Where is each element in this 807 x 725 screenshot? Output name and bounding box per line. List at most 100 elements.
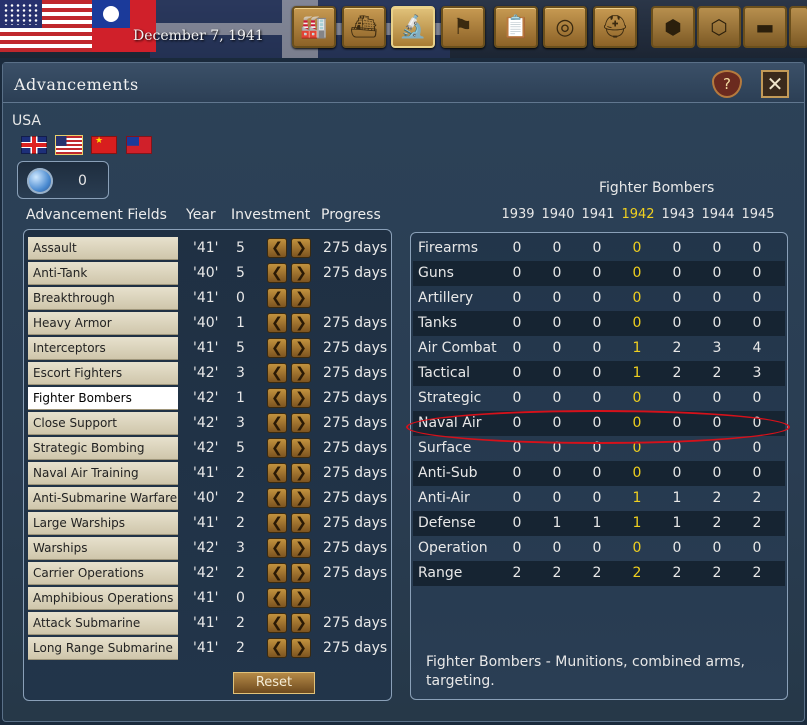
help-button[interactable]: ? [712, 70, 742, 98]
decrease-investment-button[interactable]: ❮ [267, 638, 287, 658]
field-name[interactable]: Anti-Tank [28, 262, 178, 285]
decrease-investment-button[interactable]: ❮ [267, 513, 287, 533]
tech-value: 1 [632, 490, 642, 506]
field-row[interactable]: Naval Air Training '41' 2 ❮ ❯ 275 days [26, 461, 391, 486]
decrease-investment-button[interactable]: ❮ [267, 263, 287, 283]
decrease-investment-button[interactable]: ❮ [267, 463, 287, 483]
field-name[interactable]: Strategic Bombing [28, 437, 178, 460]
field-row[interactable]: Close Support '42' 3 ❮ ❯ 275 days [26, 411, 391, 436]
decrease-investment-button[interactable]: ❮ [267, 538, 287, 558]
reports-button[interactable]: 📋 [494, 6, 538, 48]
increase-investment-button[interactable]: ❯ [291, 613, 311, 633]
field-row[interactable]: Anti-Tank '40' 5 ❮ ❯ 275 days [26, 261, 391, 286]
field-row[interactable]: Attack Submarine '41' 2 ❮ ❯ 275 days [26, 611, 391, 636]
decrease-investment-button[interactable]: ❮ [267, 288, 287, 308]
field-investment: 2 [236, 640, 245, 656]
decrease-investment-button[interactable]: ❮ [267, 563, 287, 583]
increase-investment-button[interactable]: ❯ [291, 538, 311, 558]
advancements-window: Advancements ? ✕ USA 0 Advancement Field… [2, 62, 805, 722]
uk-flag-icon[interactable] [21, 136, 47, 154]
tech-value: 0 [752, 240, 762, 256]
field-row[interactable]: Amphibious Operations '41' 0 ❮ ❯ [26, 586, 391, 611]
us-flag-icon[interactable] [55, 135, 83, 155]
year-header: 1939 [501, 207, 535, 222]
tech-value: 0 [552, 365, 562, 381]
field-name[interactable]: Anti-Submarine Warfare [28, 487, 178, 510]
increase-investment-button[interactable]: ❯ [291, 388, 311, 408]
field-row[interactable]: Anti-Submarine Warfare '40' 2 ❮ ❯ 275 days [26, 486, 391, 511]
decrease-investment-button[interactable]: ❮ [267, 388, 287, 408]
increase-investment-button[interactable]: ❯ [291, 438, 311, 458]
window-titlebar: Advancements ? ✕ [3, 63, 804, 103]
decrease-investment-button[interactable]: ❮ [267, 488, 287, 508]
field-name[interactable]: Long Range Submarine [28, 637, 178, 660]
decrease-investment-button[interactable]: ❮ [267, 413, 287, 433]
field-name[interactable]: Escort Fighters [28, 362, 178, 385]
field-name[interactable]: Heavy Armor [28, 312, 178, 335]
field-row[interactable]: Interceptors '41' 5 ❮ ❯ 275 days [26, 336, 391, 361]
prc-flag-icon[interactable] [91, 136, 117, 154]
decrease-investment-button[interactable]: ❮ [267, 363, 287, 383]
field-name[interactable]: Assault [28, 237, 178, 260]
increase-investment-button[interactable]: ❯ [291, 588, 311, 608]
field-name[interactable]: Carrier Operations [28, 562, 178, 585]
field-name[interactable]: Amphibious Operations [28, 587, 178, 610]
field-row[interactable]: Long Range Submarine '41' 2 ❮ ❯ 275 days [26, 636, 391, 661]
field-row[interactable]: Carrier Operations '42' 2 ❮ ❯ 275 days [26, 561, 391, 586]
field-name[interactable]: Warships [28, 537, 178, 560]
field-row[interactable]: Breakthrough '41' 0 ❮ ❯ [26, 286, 391, 311]
field-investment: 2 [236, 490, 245, 506]
tech-value: 3 [712, 340, 722, 356]
tech-value: 0 [712, 465, 722, 481]
field-row[interactable]: Fighter Bombers '42' 1 ❮ ❯ 275 days [26, 386, 391, 411]
tech-row-name: Surface [418, 440, 472, 456]
increase-investment-button[interactable]: ❯ [291, 513, 311, 533]
field-name[interactable]: Fighter Bombers [28, 387, 178, 410]
field-row[interactable]: Assault '41' 5 ❮ ❯ 275 days [26, 236, 391, 261]
field-row[interactable]: Warships '42' 3 ❮ ❯ 275 days [26, 536, 391, 561]
close-button[interactable]: ✕ [761, 70, 789, 98]
increase-investment-button[interactable]: ❯ [291, 463, 311, 483]
field-name[interactable]: Naval Air Training [28, 462, 178, 485]
hex-cluster-button[interactable]: ⬡ [697, 6, 741, 48]
increase-investment-button[interactable]: ❯ [291, 563, 311, 583]
roc-flag-icon[interactable] [126, 136, 152, 154]
increase-investment-button[interactable]: ❯ [291, 413, 311, 433]
more-button[interactable] [789, 6, 807, 48]
field-year: '41' [193, 515, 219, 531]
field-name[interactable]: Large Warships [28, 512, 178, 535]
increase-investment-button[interactable]: ❯ [291, 488, 311, 508]
decrease-investment-button[interactable]: ❮ [267, 613, 287, 633]
research-button[interactable]: 🔬 [391, 6, 435, 48]
field-row[interactable]: Strategic Bombing '42' 5 ❮ ❯ 275 days [26, 436, 391, 461]
tech-row: Range 2 2 2 2 2 2 2 [413, 561, 785, 586]
production-button[interactable]: 🏭 [292, 6, 336, 48]
field-name[interactable]: Attack Submarine [28, 612, 178, 635]
increase-investment-button[interactable]: ❯ [291, 313, 311, 333]
increase-investment-button[interactable]: ❯ [291, 363, 311, 383]
hex-map-button[interactable]: ⬢ [651, 6, 695, 48]
naval-button[interactable]: ⛴ [342, 6, 386, 48]
army-button[interactable]: ⛑ [593, 6, 637, 48]
field-name[interactable]: Interceptors [28, 337, 178, 360]
field-row[interactable]: Large Warships '41' 2 ❮ ❯ 275 days [26, 511, 391, 536]
decrease-investment-button[interactable]: ❮ [267, 238, 287, 258]
increase-investment-button[interactable]: ❯ [291, 338, 311, 358]
increase-investment-button[interactable]: ❯ [291, 263, 311, 283]
field-row[interactable]: Escort Fighters '42' 3 ❮ ❯ 275 days [26, 361, 391, 386]
decrease-investment-button[interactable]: ❮ [267, 588, 287, 608]
diplomacy-button[interactable]: ⚑ [441, 6, 485, 48]
field-name[interactable]: Close Support [28, 412, 178, 435]
field-name[interactable]: Breakthrough [28, 287, 178, 310]
increase-investment-button[interactable]: ❯ [291, 238, 311, 258]
field-row[interactable]: Heavy Armor '40' 1 ❮ ❯ 275 days [26, 311, 391, 336]
units-button[interactable]: ▬ [743, 6, 787, 48]
increase-investment-button[interactable]: ❯ [291, 638, 311, 658]
year-header: 1941 [581, 207, 615, 222]
decrease-investment-button[interactable]: ❮ [267, 438, 287, 458]
increase-investment-button[interactable]: ❯ [291, 288, 311, 308]
reset-button[interactable]: Reset [233, 672, 315, 694]
intelligence-button[interactable]: ◎ [543, 6, 587, 48]
decrease-investment-button[interactable]: ❮ [267, 313, 287, 333]
decrease-investment-button[interactable]: ❮ [267, 338, 287, 358]
